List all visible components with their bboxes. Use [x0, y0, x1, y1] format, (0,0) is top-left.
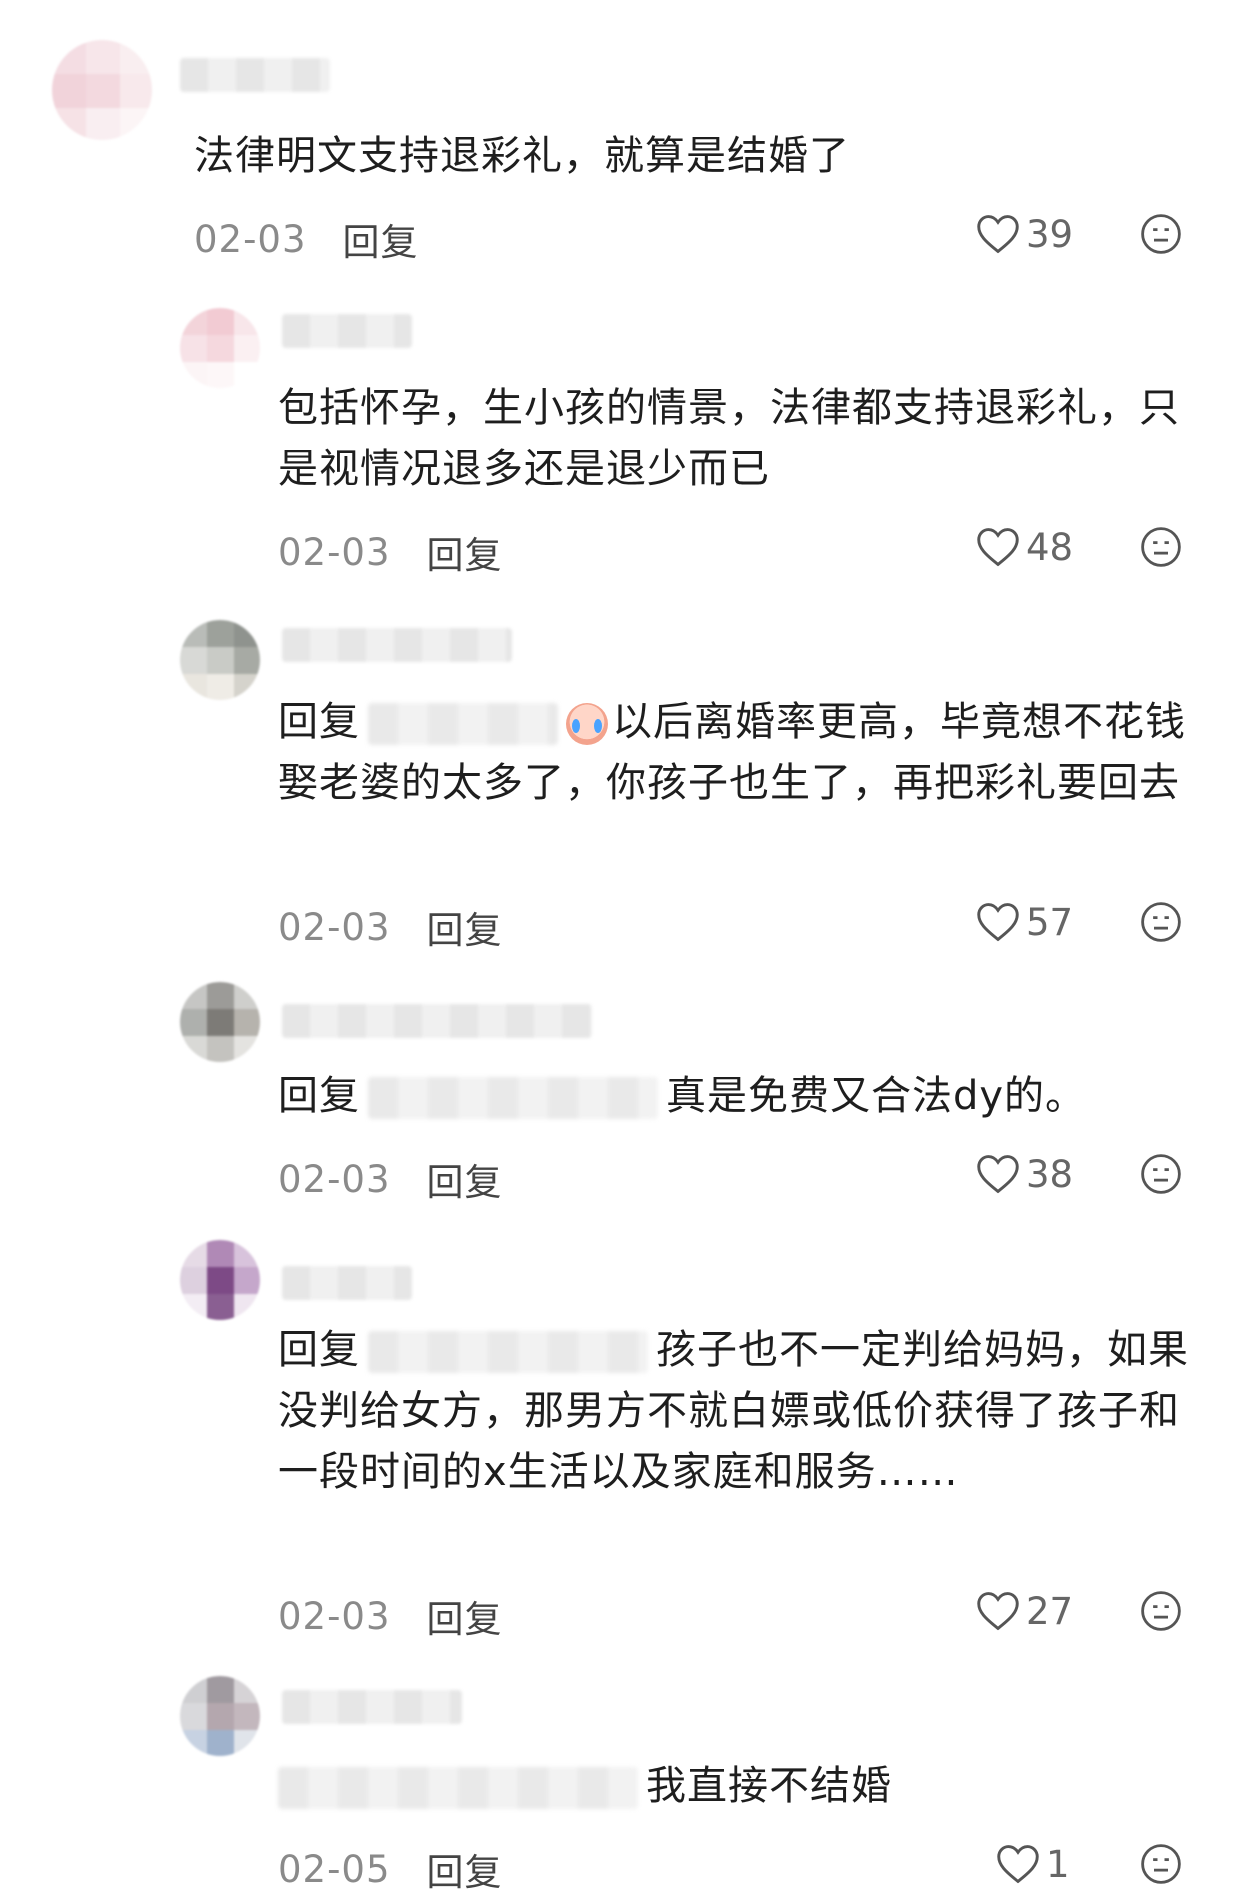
avatar[interactable] — [180, 620, 260, 700]
reply-prefix: 回复 — [278, 1073, 360, 1119]
reply-button[interactable]: 回复 — [343, 212, 419, 266]
reply-button[interactable]: 回复 — [427, 1152, 503, 1206]
comment-meta: 02-05 回复 — [278, 1842, 503, 1896]
like-count: 1 — [1046, 1842, 1070, 1886]
like-count: 27 — [1026, 1589, 1074, 1633]
username[interactable] — [282, 1004, 592, 1038]
reply-button[interactable]: 回复 — [427, 900, 503, 954]
like-button[interactable]: 27 — [976, 1586, 1073, 1636]
avatar[interactable] — [180, 308, 260, 388]
comment-body: 我直接不结婚 — [646, 1763, 892, 1809]
mentioned-user[interactable] — [278, 1767, 638, 1809]
meh-face-icon[interactable] — [1140, 901, 1182, 943]
username[interactable] — [282, 628, 512, 662]
username[interactable] — [180, 58, 330, 92]
meh-face-icon[interactable] — [1140, 1843, 1182, 1885]
like-count: 39 — [1026, 212, 1074, 256]
username[interactable] — [282, 1690, 462, 1724]
reply-prefix: 回复 — [278, 1327, 360, 1373]
avatar[interactable] — [180, 1676, 260, 1756]
like-button[interactable]: 39 — [976, 209, 1073, 259]
heart-outline-icon — [977, 1592, 1019, 1631]
comment-meta: 02-03 回复 — [194, 212, 419, 266]
comment-meta: 02-03 回复 — [278, 525, 503, 579]
comment-meta: 02-03 回复 — [278, 1589, 503, 1643]
heart-outline-icon — [977, 215, 1019, 254]
comment-text: 回复 孩子也不一定判给妈妈，如果没判给女方，那男方不就白嫖或低价获得了孩子和一段时… — [278, 1320, 1208, 1503]
reply-prefix: 回复 — [278, 699, 360, 745]
comment-date: 02-03 — [194, 217, 307, 261]
like-count: 48 — [1026, 525, 1074, 569]
heart-outline-icon — [997, 1845, 1039, 1884]
mentioned-user[interactable] — [368, 703, 558, 745]
mentioned-user[interactable] — [368, 1077, 658, 1119]
comment-date: 02-03 — [278, 1157, 391, 1201]
comment-text: 回复 真是免费又合法dy的。 — [278, 1066, 1208, 1127]
comment-text: 法律明文支持退彩礼，就算是结婚了 — [194, 133, 850, 179]
reply-button[interactable]: 回复 — [427, 1589, 503, 1643]
crying-face-icon — [566, 703, 608, 745]
comment-meta: 02-03 回复 — [278, 900, 503, 954]
like-button[interactable]: 57 — [976, 897, 1073, 947]
reply-button[interactable]: 回复 — [427, 525, 503, 579]
comment-body: 真是免费又合法dy的。 — [666, 1073, 1087, 1119]
avatar[interactable] — [52, 40, 152, 140]
mentioned-user[interactable] — [368, 1331, 648, 1373]
like-count: 38 — [1026, 1152, 1074, 1196]
comment-date: 02-03 — [278, 905, 391, 949]
meh-face-icon[interactable] — [1140, 526, 1182, 568]
comment-date: 02-03 — [278, 530, 391, 574]
comment-date: 02-03 — [278, 1594, 391, 1638]
heart-outline-icon — [977, 528, 1019, 567]
comment-text: 包括怀孕，生小孩的情景，法律都支持退彩礼，只是视情况退多还是退少而已 — [278, 385, 1180, 492]
comment-text: 回复 以后离婚率更高，毕竟想不花钱娶老婆的太多了，你孩子也生了，再把彩礼要回去 — [278, 692, 1208, 814]
meh-face-icon[interactable] — [1140, 213, 1182, 255]
meh-face-icon[interactable] — [1140, 1153, 1182, 1195]
avatar[interactable] — [180, 982, 260, 1062]
reply-button[interactable]: 回复 — [427, 1842, 503, 1896]
comment-text: 我直接不结婚 — [278, 1756, 1208, 1817]
comment-meta: 02-03 回复 — [278, 1152, 503, 1206]
like-button[interactable]: 1 — [996, 1839, 1070, 1889]
username[interactable] — [282, 314, 412, 348]
heart-outline-icon — [977, 903, 1019, 942]
heart-outline-icon — [977, 1155, 1019, 1194]
comment-date: 02-05 — [278, 1847, 391, 1891]
username[interactable] — [282, 1266, 412, 1300]
like-button[interactable]: 38 — [976, 1149, 1073, 1199]
like-button[interactable]: 48 — [976, 522, 1073, 572]
meh-face-icon[interactable] — [1140, 1590, 1182, 1632]
avatar[interactable] — [180, 1240, 260, 1320]
like-count: 57 — [1026, 900, 1074, 944]
